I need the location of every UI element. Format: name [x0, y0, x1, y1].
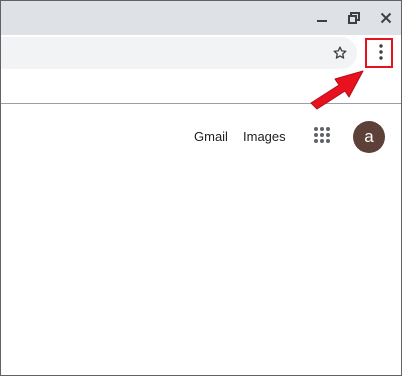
restore-button[interactable]: [343, 8, 365, 28]
images-link[interactable]: Images: [243, 129, 286, 145]
gmail-link[interactable]: Gmail: [194, 129, 228, 145]
browser-window: Gmail Images a: [0, 0, 402, 376]
close-icon: [380, 12, 392, 24]
minimize-icon: [317, 20, 327, 22]
address-bar[interactable]: [1, 37, 357, 69]
page-content: Gmail Images a: [1, 104, 401, 375]
minimize-button[interactable]: [311, 8, 333, 28]
red-arrow-icon: [310, 70, 364, 110]
bookmark-star-button[interactable]: [329, 42, 351, 64]
star-icon: [333, 46, 347, 59]
restore-icon: [348, 12, 360, 24]
title-bar: [1, 1, 401, 35]
account-avatar[interactable]: a: [353, 121, 385, 153]
menu-highlight-box: [365, 38, 393, 68]
close-button[interactable]: [375, 8, 397, 28]
apps-grid-icon[interactable]: [313, 126, 331, 144]
